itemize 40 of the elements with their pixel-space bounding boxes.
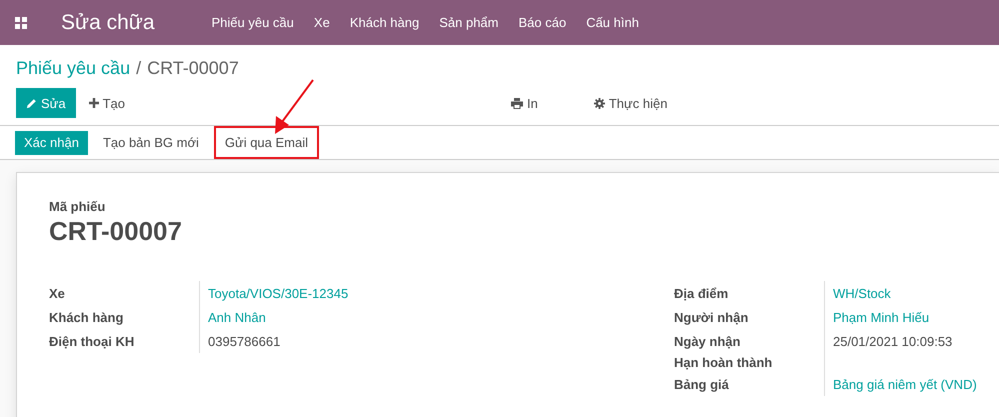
field-value: 0395786661 — [208, 334, 280, 348]
breadcrumb-current: CRT-00007 — [147, 58, 239, 78]
field-label: Ngày nhận — [674, 334, 742, 348]
action-button[interactable]: Thực hiện — [586, 88, 676, 118]
record-title: CRT-00007 — [49, 216, 183, 247]
breadcrumb-separator: / — [136, 58, 142, 78]
field-label: Xe — [49, 286, 66, 300]
field-label: Bảng giá — [674, 376, 730, 392]
breadcrumb-link[interactable]: Phiếu yêu cầu — [16, 58, 130, 78]
edit-button[interactable]: Sửa — [16, 88, 76, 118]
field-label: Địa điểm — [674, 286, 730, 300]
field-link[interactable]: Bảng giá niêm yết (VND) — [833, 376, 977, 392]
create-button[interactable]: Tạo — [80, 88, 134, 118]
menu-item[interactable]: Xe — [304, 15, 340, 30]
menu-item[interactable]: Cấu hình — [576, 15, 649, 30]
menu-item[interactable]: Báo cáo — [508, 15, 576, 30]
field-link[interactable]: Phạm Minh Hiếu — [833, 310, 930, 324]
app-title: Sửa chữa — [61, 10, 154, 34]
plus-icon — [88, 98, 99, 108]
menu-item[interactable]: Phiếu yêu cầu — [202, 15, 304, 30]
pencil-icon — [26, 98, 37, 108]
menu-item[interactable]: Sản phẩm — [429, 15, 508, 30]
annotation-arrow — [272, 78, 316, 136]
status-action-button[interactable]: Xác nhận — [15, 130, 88, 154]
printer-icon — [511, 98, 524, 108]
field-value: 25/01/2021 10:09:53 — [833, 334, 952, 348]
field-label: Mã phiếu — [49, 199, 106, 214]
field-label: Điện thoại KH — [49, 334, 136, 348]
field-link[interactable]: Anh Nhân — [208, 310, 266, 324]
field-label: Người nhận — [674, 310, 750, 324]
gear-icon — [594, 98, 605, 108]
status-action-button[interactable]: Tạo bản BG mới — [94, 130, 208, 154]
menu-item[interactable]: Khách hàng — [340, 15, 430, 30]
print-button[interactable]: In — [503, 88, 546, 118]
field-link[interactable]: WH/Stock — [833, 286, 891, 300]
apps-menu-icon[interactable] — [15, 16, 27, 28]
field-label: Khách hàng — [49, 310, 124, 324]
status-action-button[interactable]: Gửi qua Email — [214, 126, 320, 159]
field-label: Hạn hoàn thành — [674, 355, 774, 370]
field-link[interactable]: Toyota/VIOS/30E-12345 — [208, 286, 348, 300]
